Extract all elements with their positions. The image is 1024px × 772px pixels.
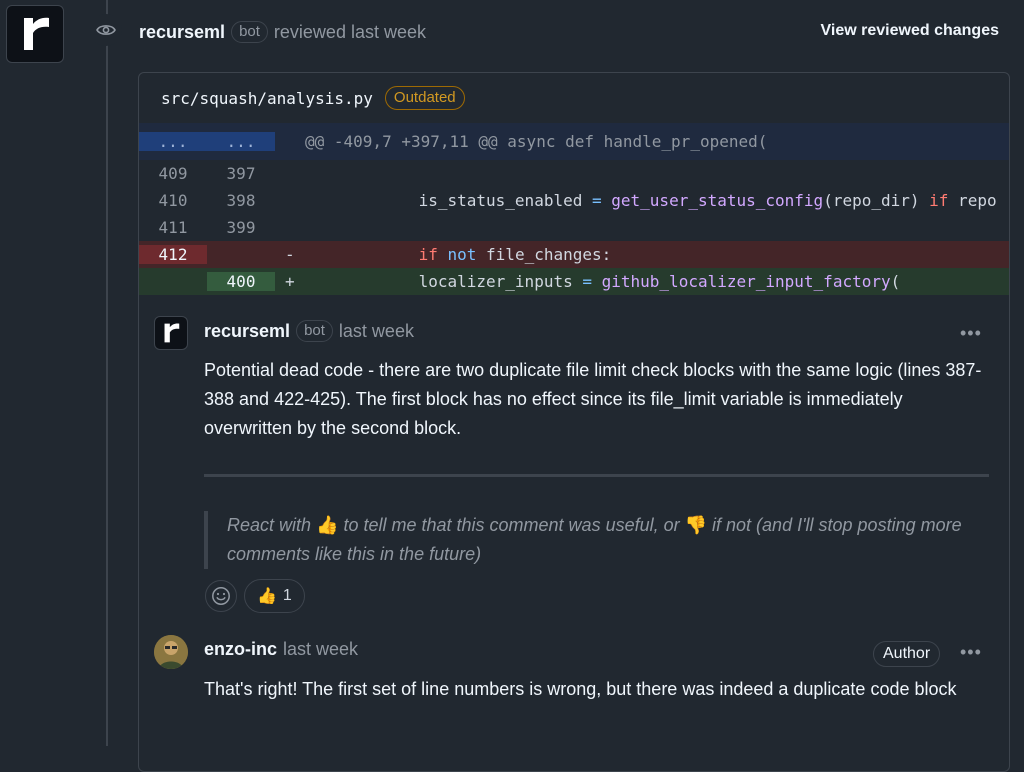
old-line-number[interactable]: 410: [139, 191, 207, 210]
code-token: is_status_enabled: [418, 191, 583, 210]
user-photo-icon: [154, 635, 188, 669]
new-line-number[interactable]: 400: [207, 272, 275, 291]
diff-sign: +: [285, 272, 295, 291]
thumbs-down-icon: 👎: [684, 515, 708, 535]
comment-author[interactable]: recurseml: [204, 321, 290, 342]
review-author[interactable]: recurseml: [139, 22, 225, 43]
old-line-number[interactable]: 409: [139, 164, 207, 183]
diff-sign: -: [285, 245, 295, 264]
code-line: localizer_inputs = github_localizer_inpu…: [303, 272, 1009, 291]
comment-timestamp[interactable]: last week: [283, 639, 358, 660]
smiley-icon: [212, 587, 230, 605]
old-line-number[interactable]: 412: [139, 245, 207, 264]
eye-icon: [90, 14, 122, 46]
diff-row: 409 397: [139, 160, 1009, 187]
code-token: file_changes:: [476, 245, 612, 264]
diff-hunk-row[interactable]: ... ... @@ -409,7 +397,11 @@ async def h…: [139, 123, 1009, 160]
bot-badge: bot: [296, 320, 333, 342]
code-token: if: [929, 191, 949, 210]
code-line: is_status_enabled = get_user_status_conf…: [303, 191, 1009, 210]
diff-table: ... ... @@ -409,7 +397,11 @@ async def h…: [139, 123, 1009, 295]
bot-badge: bot: [231, 21, 268, 43]
hunk-expand-new[interactable]: ...: [207, 132, 275, 151]
code-token: (: [890, 272, 901, 291]
review-header: recurseml bot reviewed last week: [139, 20, 426, 44]
diff-row-deleted: 412 - if not file_changes:: [139, 241, 1009, 268]
diff-row: 410 398 is_status_enabled = get_user_sta…: [139, 187, 1009, 214]
recurseml-r-icon: [164, 323, 180, 343]
code-token: =: [582, 191, 612, 210]
file-path[interactable]: src/squash/analysis.py: [161, 89, 373, 108]
view-reviewed-changes-button[interactable]: View reviewed changes: [821, 22, 999, 40]
outdated-badge: Outdated: [384, 86, 465, 110]
reaction-count: 1: [282, 587, 292, 604]
comment-divider: [204, 474, 989, 477]
thumbs-up-icon: 👍: [316, 515, 339, 535]
add-reaction-button[interactable]: [205, 580, 237, 612]
comment-more-options-button[interactable]: •••: [960, 642, 982, 663]
hunk-expand-old[interactable]: ...: [139, 132, 207, 151]
code-token: github_localizer_input_factory: [601, 272, 891, 291]
quote-text: React with: [227, 515, 317, 535]
code-token: not: [447, 245, 477, 264]
comment-more-options-button[interactable]: •••: [960, 323, 982, 344]
code-token: if: [418, 245, 438, 264]
review-action: reviewed last week: [273, 21, 426, 42]
new-line-number[interactable]: 399: [207, 218, 275, 237]
old-line-number[interactable]: 411: [139, 218, 207, 237]
recurseml-logo-avatar[interactable]: [6, 5, 64, 63]
recurseml-r-icon: [24, 17, 49, 50]
thumbs-up-icon: 👍: [257, 588, 277, 605]
comment-header: recurseml bot last week: [204, 320, 414, 342]
code-token: get_user_status_config: [611, 191, 824, 210]
file-header: src/squash/analysis.py Outdated: [139, 73, 1009, 123]
comment-author[interactable]: enzo-inc: [204, 639, 277, 660]
code-token: localizer_inputs: [418, 272, 573, 291]
timeline-line: [106, 0, 108, 746]
hunk-header: @@ -409,7 +397,11 @@ async def handle_pr…: [305, 132, 768, 151]
thumbs-up-reaction[interactable]: 👍 1: [244, 579, 305, 613]
comment-body: Potential dead code - there are two dupl…: [204, 360, 982, 438]
comment-body: That's right! The first set of line numb…: [204, 679, 957, 699]
comment-quote: React with 👍 to tell me that this commen…: [204, 511, 964, 569]
quote-text: to tell me that this comment was useful,…: [338, 515, 685, 535]
code-token: repo: [948, 191, 997, 210]
enzo-inc-avatar[interactable]: [154, 635, 188, 669]
new-line-number[interactable]: 398: [207, 191, 275, 210]
code-line: if not file_changes:: [303, 245, 1009, 264]
code-token: =: [572, 272, 602, 291]
diff-row: 411 399: [139, 214, 1009, 241]
diff-row-added: 400 + localizer_inputs = github_localize…: [139, 268, 1009, 295]
comment-header: enzo-inc last week: [204, 639, 358, 660]
code-token: (repo_dir): [823, 191, 930, 210]
recurseml-avatar[interactable]: [154, 316, 188, 350]
comment-timestamp[interactable]: last week: [339, 321, 414, 342]
new-line-number[interactable]: 397: [207, 164, 275, 183]
author-badge: Author: [873, 641, 941, 667]
